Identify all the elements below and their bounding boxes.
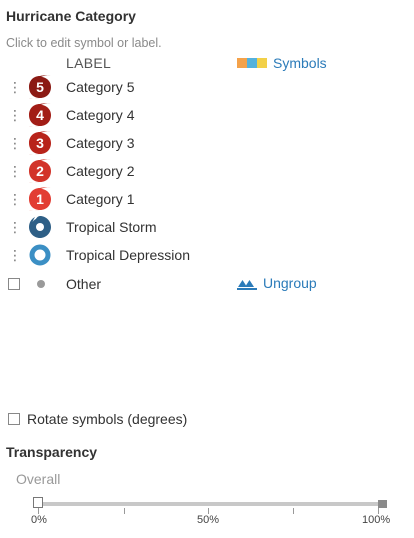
list-item[interactable]: ⋮ 5 Category 5 [0,73,414,101]
drag-handle-icon[interactable]: ⋮ [8,80,22,94]
drag-handle-icon[interactable]: ⋮ [8,108,22,122]
slider-end-cap [378,500,387,508]
hurricane-icon[interactable]: 2 [27,158,53,184]
list-item[interactable]: ⋮ 1 Category 1 [0,185,414,213]
list-item-label: Other [66,276,102,292]
category-number: 3 [36,135,44,151]
rotate-symbols-checkbox[interactable] [8,413,20,425]
slider-tick [124,508,125,514]
swatch-yellow [257,58,267,68]
tick-label-min: 0% [31,514,47,526]
tick-label-mid: 50% [197,514,220,526]
symbols-link-label: Symbols [273,55,327,71]
section-title: Hurricane Category [6,8,136,24]
hurricane-icon[interactable]: 1 [27,186,53,212]
list-item-label: Tropical Storm [66,219,157,235]
drag-handle-icon[interactable]: ⋮ [8,192,22,206]
list-item[interactable]: ⋮ Tropical Depression [0,241,414,269]
category-number: 5 [36,79,44,95]
edit-hint: Click to edit symbol or label. [6,36,162,50]
list-item-label: Category 5 [66,79,135,95]
list-item[interactable]: ⋮ 4 Category 4 [0,101,414,129]
drag-handle-icon[interactable]: ⋮ [8,136,22,150]
list-item[interactable]: ⋮ 3 Category 3 [0,129,414,157]
list-item-label: Category 4 [66,107,135,123]
swatch-blue [247,58,257,68]
transparency-slider-track[interactable] [33,502,384,506]
transparency-title: Transparency [6,444,98,460]
transparency-slider-thumb[interactable] [33,497,43,508]
hurricane-icon[interactable]: 4 [27,102,53,128]
color-swatch-icon [237,58,267,68]
category-number: 4 [36,107,44,123]
hurricane-icon[interactable]: 5 [27,74,53,100]
tropical-depression-icon[interactable] [27,242,53,268]
rotate-symbols-label: Rotate symbols (degrees) [27,411,188,427]
hurricane-icon[interactable]: 3 [27,130,53,156]
list-item-label: Category 3 [66,135,135,151]
slider-tick [293,508,294,514]
tick-label-max: 100% [362,514,391,526]
list-item-label: Category 2 [66,163,135,179]
label-column-header: LABEL [66,55,112,71]
drag-handle-icon[interactable]: ⋮ [8,248,22,262]
list-item-other[interactable]: Other [0,270,414,298]
drag-handle-icon[interactable]: ⋮ [8,220,22,234]
category-number: 1 [36,191,44,207]
list-item-label: Tropical Depression [66,247,190,263]
ungroup-button[interactable]: Ungroup [237,275,317,291]
list-item[interactable]: ⋮ Tropical Storm [0,213,414,241]
drag-handle-icon[interactable]: ⋮ [8,164,22,178]
ungroup-label: Ungroup [263,275,317,291]
tropical-storm-icon[interactable] [27,214,53,240]
list-item-label: Category 1 [66,191,135,207]
overall-label: Overall [16,471,61,487]
symbols-button[interactable]: Symbols [237,55,327,71]
list-item[interactable]: ⋮ 2 Category 2 [0,157,414,185]
category-number: 2 [36,163,44,179]
rotate-symbols-option[interactable]: Rotate symbols (degrees) [8,411,187,427]
dot-icon [27,271,53,297]
other-checkbox[interactable] [8,278,20,290]
swatch-orange [237,58,247,68]
ungroup-icon [237,280,257,290]
